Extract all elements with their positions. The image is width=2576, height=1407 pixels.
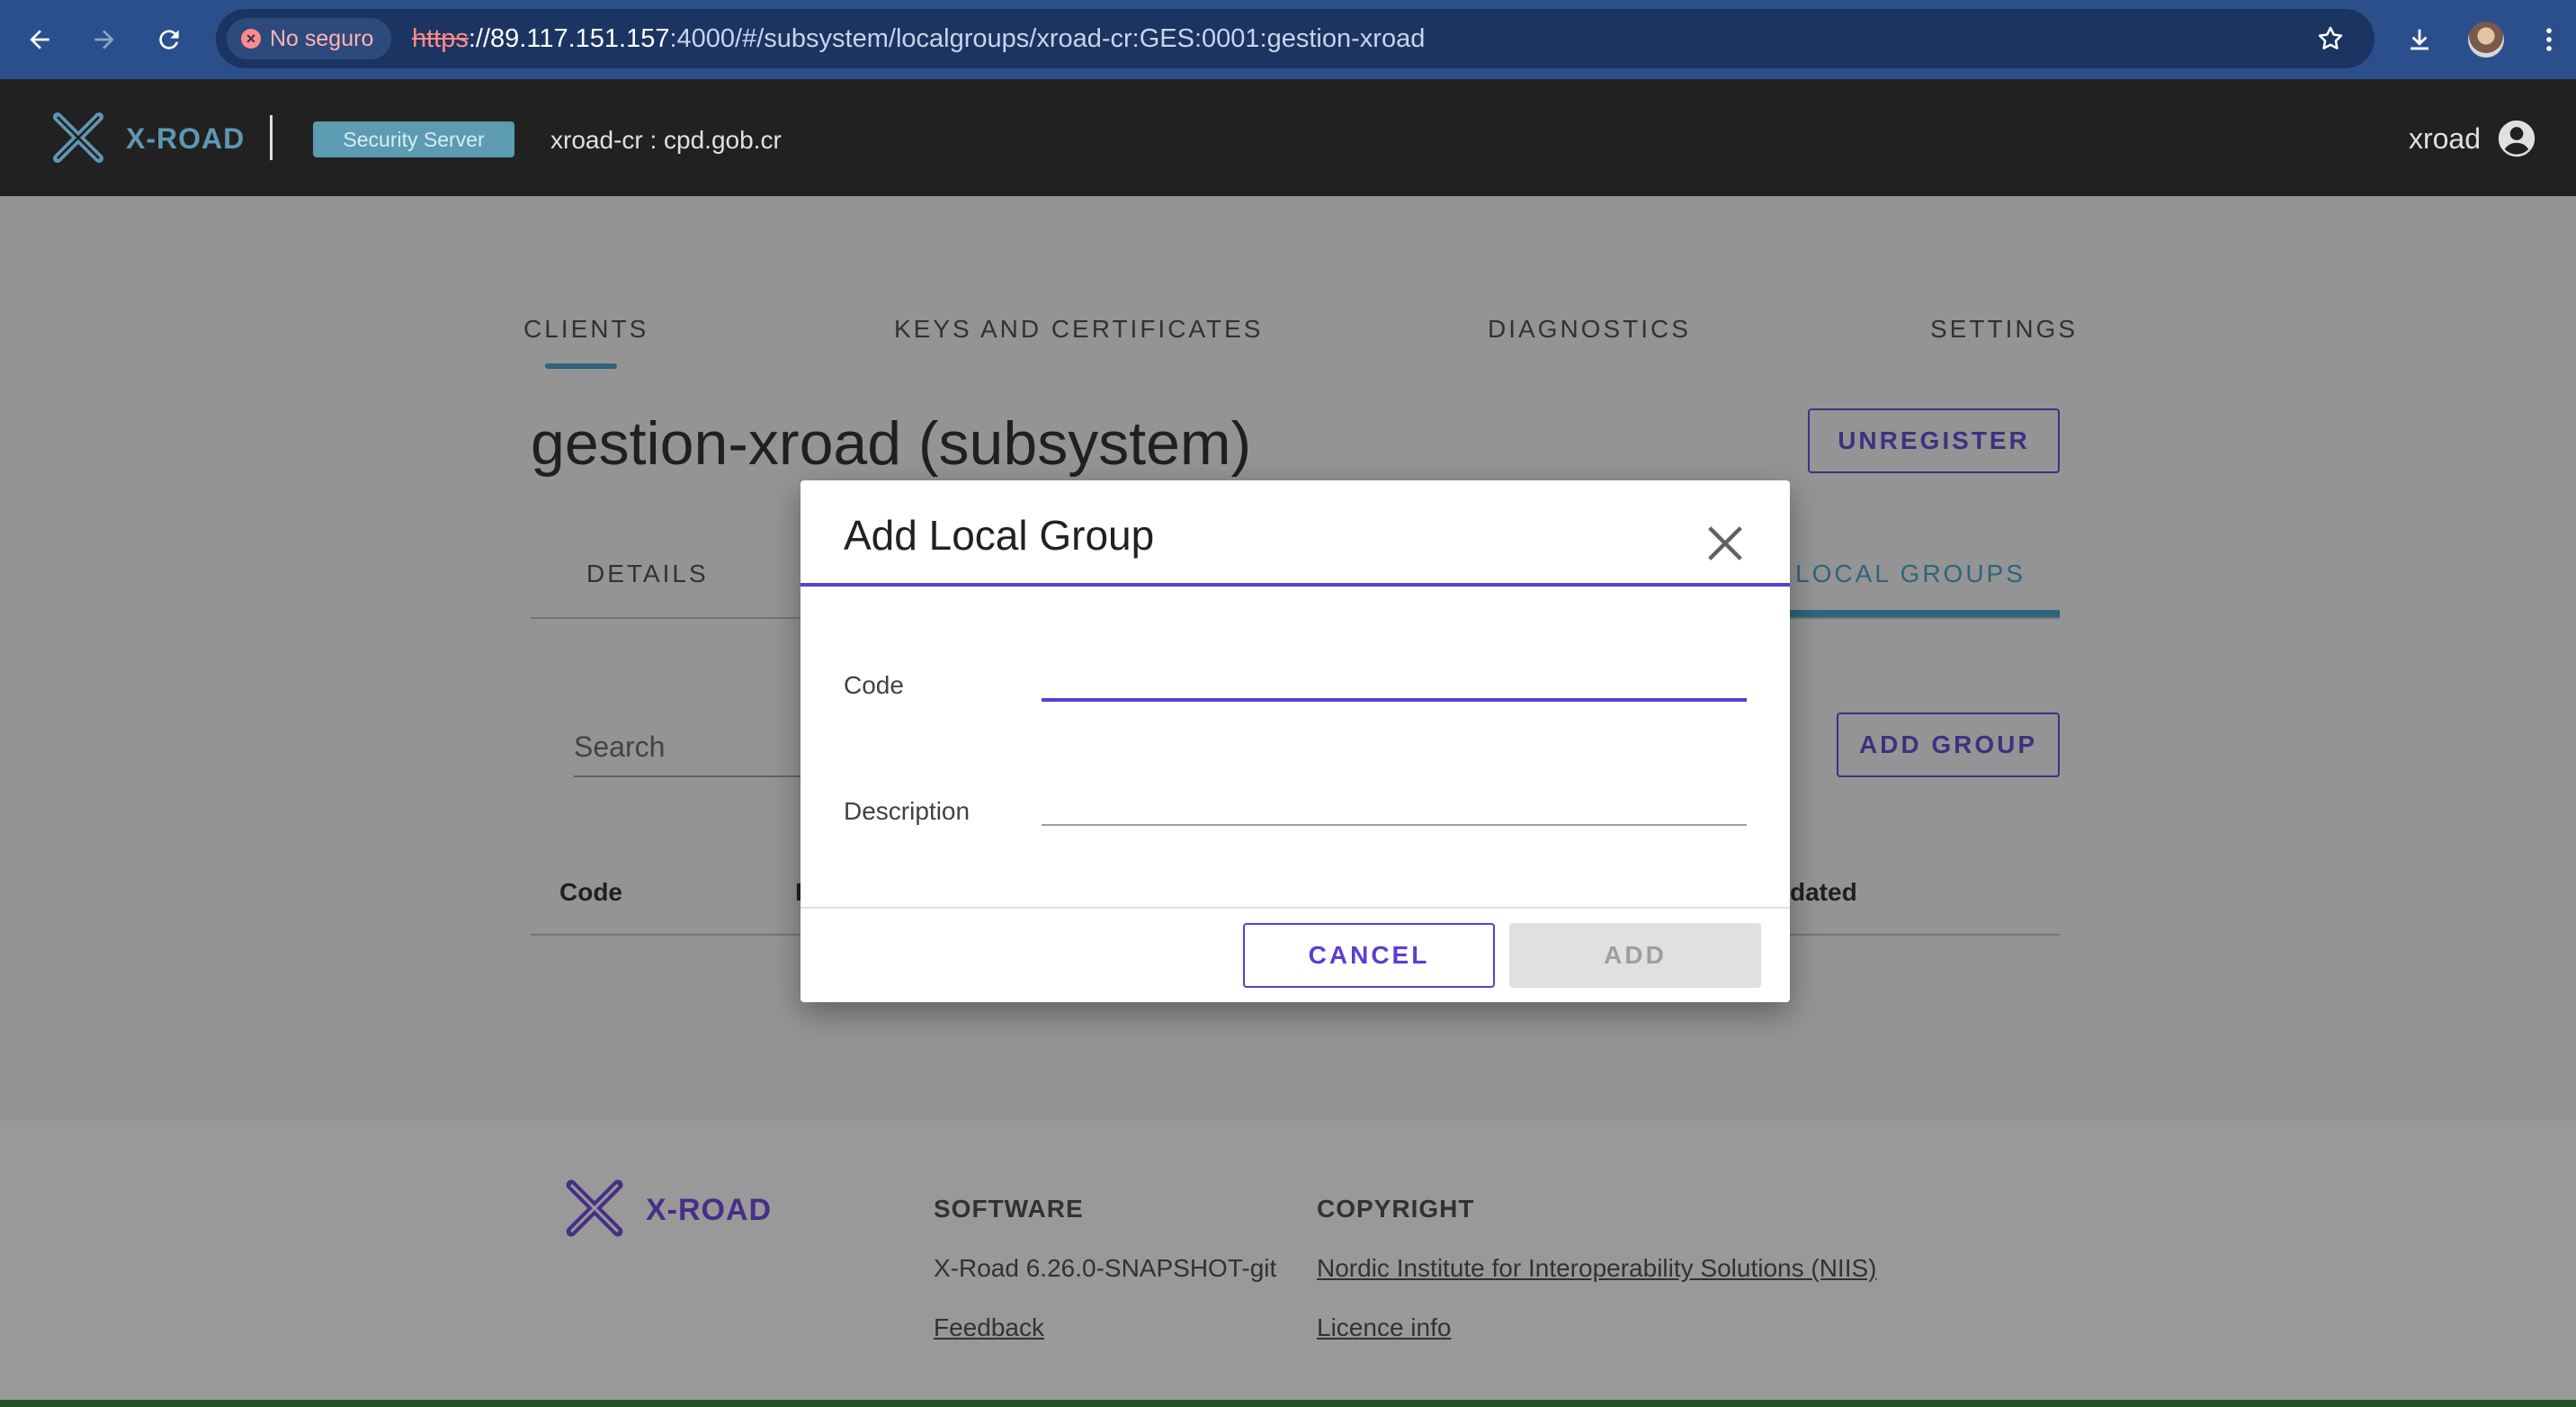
url-host: ://89.117.151.157 (468, 24, 670, 53)
not-secure-icon: × (241, 29, 261, 49)
code-field-underline (1042, 698, 1747, 702)
arrow-left-icon (30, 30, 49, 49)
description-label: Description (844, 797, 970, 825)
account-circle-icon[interactable] (2497, 119, 2536, 158)
profile-button[interactable] (2466, 20, 2506, 59)
more-vert-icon (2546, 28, 2552, 51)
instance-label: xroad-cr : cpd.gob.cr (550, 126, 782, 154)
description-field-underline (1042, 824, 1747, 826)
add-local-group-dialog: Add Local Group Code Description CANCEL … (801, 480, 1790, 1002)
download-icon (2411, 29, 2428, 50)
code-field[interactable] (1042, 648, 1747, 698)
arrow-right-icon (94, 30, 114, 49)
dialog-title: Add Local Group (844, 512, 1155, 559)
app-header: X-ROAD Security Server xroad-cr : cpd.go… (0, 79, 2576, 196)
reload-button[interactable] (148, 18, 191, 61)
xroad-logo-icon[interactable] (49, 108, 108, 167)
dialog-footer-divider (801, 907, 1790, 909)
address-bar[interactable]: × No seguro https://89.117.151.157:4000/… (216, 9, 2375, 68)
bookmark-star-icon[interactable] (2315, 23, 2346, 54)
reload-icon (159, 30, 179, 49)
forward-button[interactable] (83, 18, 126, 61)
security-label: No seguro (270, 25, 374, 51)
cancel-button[interactable]: CANCEL (1243, 923, 1495, 988)
url-path: :4000/#/subsystem/localgroups/xroad-cr:G… (669, 24, 1426, 53)
dialog-title-divider (801, 583, 1790, 587)
browser-toolbar: × No seguro https://89.117.151.157:4000/… (0, 0, 2576, 79)
description-field[interactable] (1042, 774, 1747, 824)
header-logo-text: X-ROAD (126, 122, 246, 155)
close-icon[interactable] (1702, 520, 1749, 567)
url-text[interactable]: https://89.117.151.157:4000/#/subsystem/… (412, 9, 1425, 68)
download-button[interactable] (2400, 20, 2439, 59)
url-scheme: https (412, 24, 469, 53)
security-chip[interactable]: × No seguro (227, 18, 392, 59)
security-server-badge: Security Server (313, 121, 514, 157)
browser-menu-button[interactable] (2529, 20, 2569, 59)
header-divider (270, 115, 273, 160)
back-button[interactable] (18, 18, 61, 61)
code-label: Code (844, 671, 904, 699)
add-button[interactable]: ADD (1509, 923, 1761, 988)
user-name[interactable]: xroad (2409, 122, 2481, 156)
profile-avatar (2468, 22, 2504, 58)
